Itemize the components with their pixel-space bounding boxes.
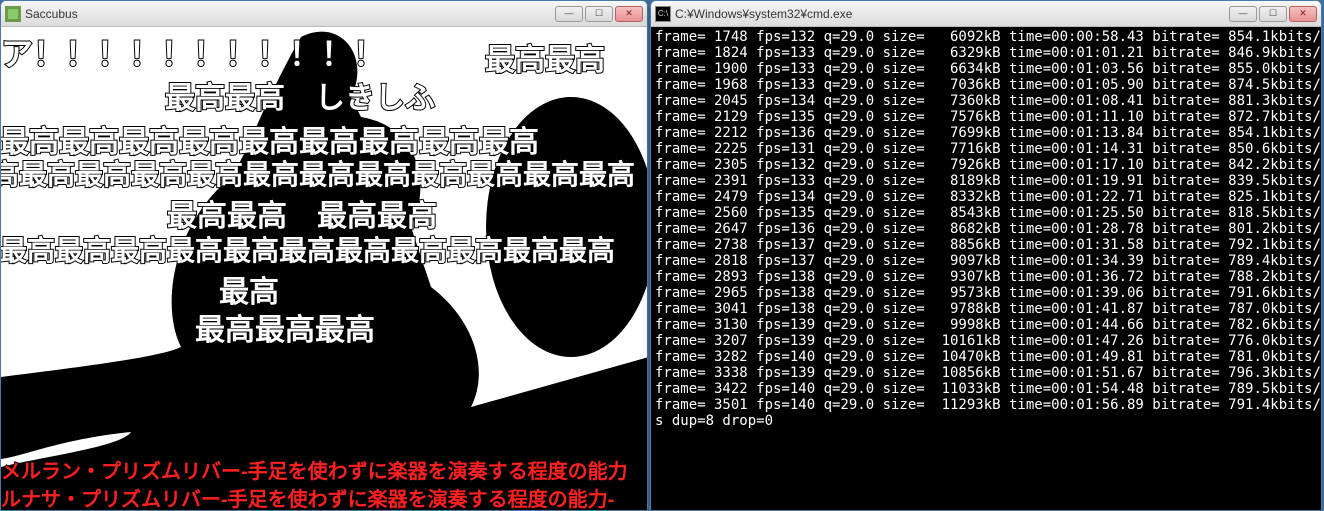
saccubus-titlebar[interactable]: Saccubus — ☐ ✕ xyxy=(1,1,647,27)
window-title: Saccubus xyxy=(25,7,555,21)
maximize-button[interactable]: ☐ xyxy=(585,6,613,22)
cmd-window: C:\ C:¥Windows¥system32¥cmd.exe — ☐ ✕ fr… xyxy=(650,0,1322,511)
pianist-silhouette xyxy=(1,27,647,510)
terminal-output: frame= 1748 fps=132 q=29.0 size= 6092kB … xyxy=(655,29,1321,508)
window-title: C:¥Windows¥system32¥cmd.exe xyxy=(675,7,1229,21)
close-button[interactable]: ✕ xyxy=(1289,6,1317,22)
terminal-area[interactable]: frame= 1748 fps=132 q=29.0 size= 6092kB … xyxy=(651,27,1321,510)
cmd-titlebar[interactable]: C:\ C:¥Windows¥system32¥cmd.exe — ☐ ✕ xyxy=(651,1,1321,27)
close-button[interactable]: ✕ xyxy=(615,6,643,22)
video-area: ア！！！！！！！！！！！最高最高最高最高 しきしふ最高最高最高最高最高最高最高最… xyxy=(1,27,647,510)
minimize-button[interactable]: — xyxy=(1229,6,1257,22)
app-icon xyxy=(5,6,21,22)
maximize-button[interactable]: ☐ xyxy=(1259,6,1287,22)
minimize-button[interactable]: — xyxy=(555,6,583,22)
saccubus-window: Saccubus — ☐ ✕ ア！！！！！！！！！！！最高最高最高最高 しきしふ… xyxy=(0,0,648,511)
cmd-icon: C:\ xyxy=(655,6,671,22)
